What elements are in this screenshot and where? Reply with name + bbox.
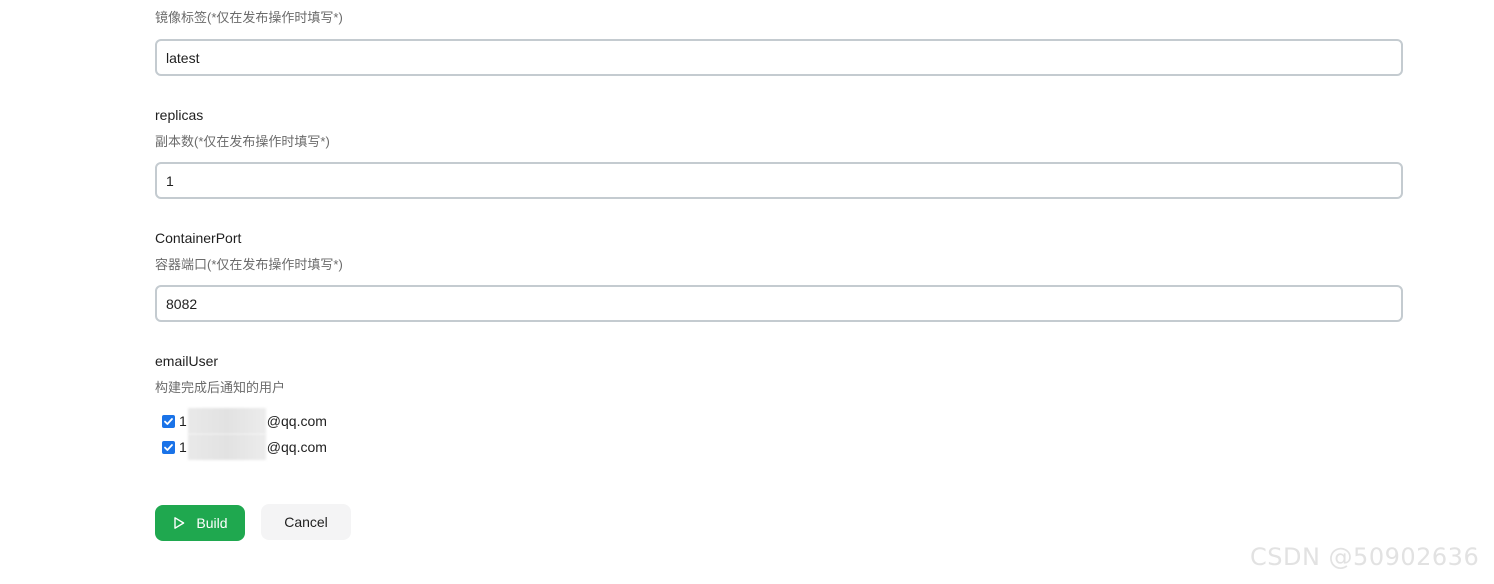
watermark: CSDN @50902636 [1250, 543, 1480, 571]
container-port-description: 容器端口(*仅在发布操作时填写*) [155, 257, 343, 272]
container-port-label: ContainerPort [155, 230, 242, 246]
replicas-input[interactable] [155, 162, 1403, 199]
email-option[interactable]: 1 @qq.com [162, 434, 327, 460]
build-button[interactable]: Build [155, 505, 245, 541]
build-with-parameters-form: 镜像标签(*仅在发布操作时填写*) replicas 副本数(*仅在发布操作时填… [0, 0, 1494, 584]
redacted-region [187, 408, 266, 434]
checkmark-icon [164, 417, 173, 425]
email-user-description: 构建完成后通知的用户 [155, 380, 286, 395]
image-tag-input[interactable] [155, 39, 1403, 76]
email-option-checkbox[interactable] [162, 414, 175, 428]
email-option-domain: @qq.com [266, 439, 327, 455]
checkmark-icon [164, 443, 173, 451]
image-tag-description: 镜像标签(*仅在发布操作时填写*) [155, 10, 343, 25]
cancel-button-label: Cancel [284, 514, 328, 530]
build-button-label: Build [196, 515, 228, 531]
email-user-label: emailUser [155, 353, 219, 369]
email-option[interactable]: 1 @qq.com [162, 408, 327, 434]
email-option-prefix: 1 [179, 413, 187, 429]
email-option-domain: @qq.com [266, 413, 327, 429]
container-port-input[interactable] [155, 285, 1403, 322]
replicas-description: 副本数(*仅在发布操作时填写*) [155, 134, 330, 149]
replicas-label: replicas [155, 107, 204, 123]
cancel-button[interactable]: Cancel [261, 504, 351, 540]
email-option-prefix: 1 [179, 439, 187, 455]
play-outline-icon [174, 517, 185, 529]
redacted-region [187, 434, 266, 460]
email-option-checkbox[interactable] [162, 440, 175, 454]
